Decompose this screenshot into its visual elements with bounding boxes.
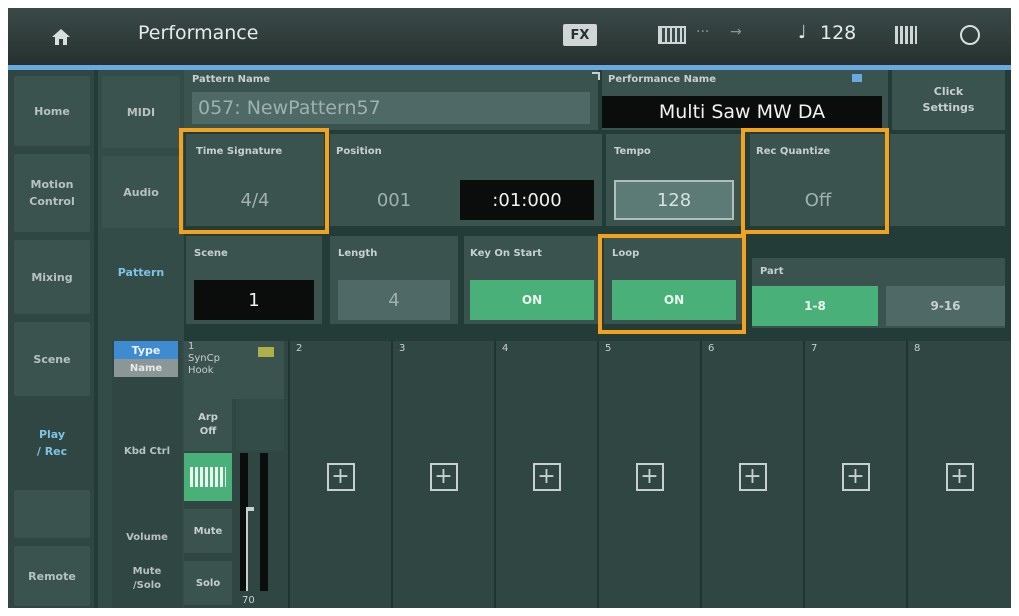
part-panel: Part 1-8 9-16 (752, 258, 1005, 328)
home-button[interactable] (16, 14, 106, 60)
part-9-16-button[interactable]: 9-16 (886, 286, 1005, 326)
tempo-panel[interactable]: Tempo 128 (606, 134, 742, 226)
track-1-meter-right (260, 453, 268, 591)
track-slot-4[interactable]: 4 + (494, 341, 597, 608)
highlight-loop (598, 234, 746, 334)
fx-badge[interactable]: FX (563, 24, 597, 46)
usb-icon: → (730, 24, 742, 40)
power-icon[interactable] (960, 25, 980, 45)
subnav-pattern[interactable]: Pattern (102, 236, 180, 308)
track-slot-2[interactable]: 2 + (288, 341, 391, 608)
highlight-rec-quantize (741, 128, 889, 234)
track-1-mute-button[interactable]: Mute (184, 509, 232, 553)
name-button[interactable]: Name (114, 359, 178, 377)
scene-value[interactable]: 1 (194, 280, 314, 320)
synth-screen: Performance FX ··· → ♩ 128 Home Motion C… (8, 8, 1011, 608)
track-number: 5 (605, 343, 612, 354)
track-1-instrument: SynCp Hook (188, 353, 220, 376)
track-number: 6 (708, 343, 715, 354)
scene-label: Scene (194, 248, 228, 259)
pattern-name-value[interactable]: 057: NewPattern57 (192, 92, 590, 124)
nav-scene[interactable]: Scene (14, 322, 90, 396)
top-bar: Performance FX ··· → ♩ 128 (8, 8, 1011, 65)
track-1-strip[interactable]: 1 SynCp Hook Arp Off Mute Solo 70 (184, 341, 288, 608)
midi-indicator: ··· (696, 24, 710, 40)
position-measure[interactable]: 001 (336, 180, 452, 220)
track-slot-6[interactable]: 6 + (700, 341, 803, 608)
empty-panel (890, 134, 1005, 226)
track-1-arp-button[interactable]: Arp Off (184, 399, 232, 451)
part-label: Part (760, 266, 784, 277)
length-value[interactable]: 4 (338, 280, 450, 320)
nav-home[interactable]: Home (14, 76, 90, 146)
subnav-audio[interactable]: Audio (102, 156, 180, 228)
length-panel[interactable]: Length 4 (330, 236, 458, 324)
add-track-icon[interactable]: + (945, 463, 974, 491)
track-slot-8[interactable]: 8 + (906, 341, 1011, 608)
track-row-labels: Type Name Kbd Ctrl Volume Mute /Solo (112, 341, 182, 608)
track-1-volume-value: 70 (242, 595, 255, 606)
header-tempo[interactable]: 128 (820, 22, 856, 44)
home-icon (52, 29, 70, 45)
nav-empty (14, 490, 90, 538)
position-panel: Position 001 :01:000 (330, 134, 602, 226)
performance-name-panel[interactable]: Performance Name Multi Saw MW DA (602, 70, 888, 130)
tempo-value[interactable]: 128 (614, 180, 734, 220)
length-label: Length (338, 248, 378, 259)
track-number: 3 (399, 343, 406, 354)
track-number: 4 (502, 343, 509, 354)
track-1-number: 1 (188, 341, 195, 352)
tempo-label: Tempo (614, 146, 651, 157)
position-label: Position (336, 146, 382, 157)
scene-panel[interactable]: Scene 1 (186, 236, 322, 324)
track-1-indicator (258, 347, 274, 357)
track-number: 2 (296, 343, 303, 354)
volume-label: Volume (126, 532, 168, 543)
nav-motion-control[interactable]: Motion Control (14, 154, 90, 232)
kbd-ctrl-label: Kbd Ctrl (123, 446, 171, 457)
piano-icon (190, 467, 226, 487)
position-beat[interactable]: :01:000 (460, 180, 594, 220)
track-slot-3[interactable]: 3 + (391, 341, 494, 608)
flag-icon (852, 74, 862, 82)
mute-solo-label: Mute /Solo (132, 566, 162, 591)
performance-name-label: Performance Name (608, 74, 716, 85)
type-button[interactable]: Type (114, 341, 178, 359)
subnav-midi[interactable]: MIDI (102, 76, 180, 148)
track-slot-7[interactable]: 7 + (803, 341, 906, 608)
add-track-icon[interactable]: + (429, 463, 458, 491)
nav-remote[interactable]: Remote (14, 546, 90, 606)
keyboard-icon (658, 26, 686, 44)
track-1-volume-level (246, 511, 248, 591)
track-1-header[interactable]: 1 SynCp Hook (184, 341, 284, 399)
add-track-icon[interactable]: + (635, 463, 664, 491)
part-1-8-button[interactable]: 1-8 (752, 286, 878, 326)
key-on-start-toggle[interactable]: ON (470, 280, 594, 320)
click-settings-button[interactable]: Click Settings (892, 70, 1005, 130)
nav-mixing[interactable]: Mixing (14, 240, 90, 314)
pattern-name-panel[interactable]: Pattern Name 057: NewPattern57 (184, 70, 600, 130)
key-on-start-panel[interactable]: Key On Start ON (464, 236, 600, 324)
grid-icon[interactable] (895, 26, 917, 44)
track-1-blank (236, 399, 284, 451)
track-1-kbd-ctrl-button[interactable] (184, 453, 232, 501)
pattern-name-label: Pattern Name (192, 74, 271, 85)
key-on-start-label: Key On Start (470, 248, 542, 259)
track-number: 8 (914, 343, 921, 354)
add-track-icon[interactable]: + (738, 463, 767, 491)
highlight-time-signature (179, 128, 329, 234)
expand-icon (592, 72, 600, 80)
performance-name-value[interactable]: Multi Saw MW DA (602, 96, 882, 128)
track-number: 7 (811, 343, 818, 354)
track-1-solo-button[interactable]: Solo (184, 561, 232, 605)
add-track-icon[interactable]: + (326, 463, 355, 491)
note-icon: ♩ (798, 22, 807, 43)
nav-play-rec[interactable]: Play / Rec (14, 404, 90, 482)
track-slot-5[interactable]: 5 + (597, 341, 700, 608)
page-title: Performance (138, 22, 259, 44)
left-nav: Home Motion Control Mixing Scene Play / … (8, 70, 94, 608)
add-track-icon[interactable]: + (532, 463, 561, 491)
add-track-icon[interactable]: + (841, 463, 870, 491)
